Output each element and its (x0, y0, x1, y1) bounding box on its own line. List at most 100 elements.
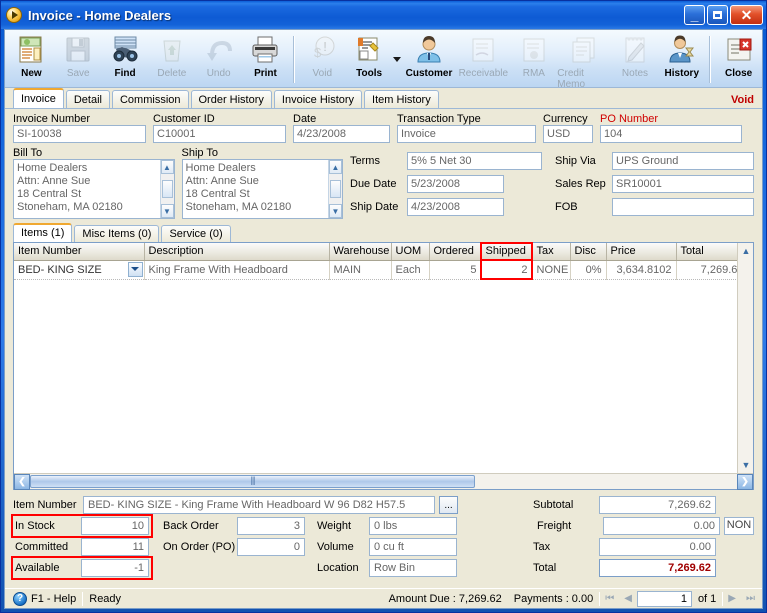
cell-uom[interactable]: Each (391, 260, 430, 280)
cell-item-number[interactable]: BED- KING SIZE (14, 260, 145, 280)
tab-order-history[interactable]: Order History (190, 90, 272, 108)
grid-hscroll-thumb[interactable] (30, 475, 475, 488)
toolbar-button-new[interactable]: New (8, 32, 55, 87)
toolbar-label-credit-memo: Credit Memo (557, 68, 586, 90)
scroll-up-icon[interactable]: ▲ (329, 160, 342, 174)
scroll-up-icon[interactable]: ▲ (160, 160, 174, 174)
toolbar-button-print[interactable]: Print (242, 32, 289, 87)
minimize-button[interactable]: _ (684, 5, 705, 25)
ship-via-input[interactable]: UPS Ground (612, 151, 754, 170)
toolbar-button-close[interactable]: Close (715, 32, 762, 87)
committed-input[interactable]: 11 (81, 537, 149, 556)
toolbar-button-notes[interactable]: Notes (612, 32, 659, 87)
col-header-disc[interactable]: Disc (570, 243, 607, 261)
tools-dropdown-arrow[interactable] (393, 32, 402, 87)
invoice-number-input[interactable]: SI-10038 (13, 125, 146, 143)
col-header-tax[interactable]: Tax (532, 243, 571, 261)
toolbar-button-customer[interactable]: Customer (402, 32, 456, 87)
ship-to-scrollbar[interactable]: ▲ ▼ (328, 160, 342, 218)
back-order-input[interactable]: 3 (237, 516, 305, 535)
toolbar-button-void[interactable]: ! $ Void (299, 32, 346, 87)
toolbar-button-delete[interactable]: Delete (148, 32, 195, 87)
sales-rep-input[interactable]: SR10001 (612, 174, 754, 193)
cell-shipped[interactable]: 2 (480, 259, 533, 280)
col-header-shipped[interactable]: Shipped (480, 242, 533, 261)
available-input[interactable]: -1 (81, 558, 149, 577)
toolbar-button-tools[interactable]: Tools (346, 32, 393, 87)
scroll-thumb[interactable] (161, 180, 173, 198)
grid-horizontal-scrollbar[interactable]: ❮ ❯ (14, 473, 753, 490)
grid-scroll-up-icon[interactable]: ▲ (738, 243, 754, 259)
tab-item-history[interactable]: Item History (364, 90, 439, 108)
field-group-date: Date 4/23/2008 (293, 113, 390, 143)
in-stock-input[interactable]: 10 (81, 516, 149, 535)
toolbar-button-find[interactable]: Find (102, 32, 149, 87)
scroll-thumb[interactable] (330, 180, 341, 198)
col-header-warehouse[interactable]: Warehouse (329, 243, 392, 261)
ship-to-textarea[interactable]: Home Dealers Attn: Anne Sue 18 Central S… (181, 159, 343, 219)
toolbar-button-credit-memo[interactable]: Credit Memo (557, 32, 611, 90)
date-input[interactable]: 4/23/2008 (293, 125, 390, 143)
scroll-down-icon[interactable]: ▼ (160, 204, 174, 218)
history-person-icon (667, 35, 697, 65)
cell-description[interactable]: King Frame With Headboard (144, 260, 330, 280)
tab-invoice-history[interactable]: Invoice History (273, 90, 363, 108)
cell-ordered[interactable]: 5 (429, 260, 482, 280)
table-row[interactable]: BED- KING SIZE King Frame With Headboard… (14, 259, 749, 280)
freight-input[interactable]: 0.00 (603, 516, 720, 535)
subtab-misc-items[interactable]: Misc Items (0) (74, 225, 160, 242)
nav-first-button[interactable]: ⏮ (600, 593, 619, 604)
bill-to-textarea[interactable]: Home Dealers Attn: Anne Sue 18 Central S… (13, 159, 175, 219)
fob-input[interactable] (612, 197, 754, 216)
maximize-button[interactable] (707, 5, 728, 25)
tab-detail[interactable]: Detail (65, 90, 110, 108)
grid-scroll-left-icon[interactable]: ❮ (14, 473, 30, 490)
col-header-description[interactable]: Description (144, 243, 330, 261)
subtab-service[interactable]: Service (0) (161, 225, 231, 242)
page-number-input[interactable]: 1 (636, 590, 692, 607)
location-input[interactable]: Row Bin (369, 558, 457, 577)
toolbar-button-history[interactable]: History (658, 32, 705, 87)
nav-last-button[interactable]: ⏭ (741, 593, 760, 604)
freight-tax-code[interactable]: NON (724, 516, 754, 535)
subtab-items[interactable]: Items (1) (13, 223, 73, 242)
bill-to-scrollbar[interactable]: ▲ ▼ (159, 160, 174, 218)
cell-price[interactable]: 3,634.8102 (606, 260, 677, 280)
detail-item-number-input[interactable]: BED- KING SIZE - King Frame With Headboa… (83, 495, 435, 514)
grid-scroll-down-icon[interactable]: ▼ (738, 457, 754, 473)
grid-scroll-right-icon[interactable]: ❯ (737, 473, 753, 490)
on-order-po-input[interactable]: 0 (237, 537, 305, 556)
cell-warehouse[interactable]: MAIN (329, 260, 392, 280)
maximize-icon (708, 6, 727, 24)
col-header-uom[interactable]: UOM (391, 243, 430, 261)
col-header-ordered[interactable]: Ordered (429, 243, 482, 261)
weight-input[interactable]: 0 lbs (369, 516, 457, 535)
ship-to-line-3: 18 Central St (185, 188, 250, 200)
ship-date-input[interactable]: 4/23/2008 (407, 197, 504, 216)
col-header-item-number[interactable]: Item Number (14, 243, 145, 261)
terms-input[interactable]: 5% 5 Net 30 (407, 151, 542, 170)
toolbar-button-receivable[interactable]: Receivable (456, 32, 510, 87)
nav-prev-button[interactable]: ◀ (619, 593, 637, 604)
toolbar-button-rma[interactable]: RMA (510, 32, 557, 87)
transaction-type-input[interactable]: Invoice (397, 125, 536, 143)
volume-input[interactable]: 0 cu ft (369, 537, 457, 556)
cell-disc[interactable]: 0% (570, 260, 607, 280)
item-lookup-button[interactable]: ... (439, 495, 458, 514)
customer-id-input[interactable]: C10001 (153, 125, 286, 143)
item-number-dropdown-button[interactable] (127, 261, 143, 277)
col-header-price[interactable]: Price (606, 243, 677, 261)
scroll-down-icon[interactable]: ▼ (329, 204, 342, 218)
currency-input[interactable]: USD (543, 125, 593, 143)
tab-commission[interactable]: Commission (111, 90, 189, 108)
help-section[interactable]: ? F1 - Help (7, 590, 82, 608)
nav-next-button[interactable]: ▶ (723, 593, 741, 604)
grid-vertical-scrollbar[interactable]: ▲ ▼ (737, 243, 753, 473)
toolbar-button-undo[interactable]: Undo (195, 32, 242, 87)
cell-tax[interactable]: NONE (532, 260, 571, 280)
po-number-input[interactable]: 104 (600, 125, 742, 143)
tab-invoice[interactable]: Invoice (13, 88, 64, 108)
close-button[interactable]: ✕ (730, 5, 763, 25)
due-date-input[interactable]: 5/23/2008 (407, 174, 504, 193)
toolbar-button-save[interactable]: Save (55, 32, 102, 87)
